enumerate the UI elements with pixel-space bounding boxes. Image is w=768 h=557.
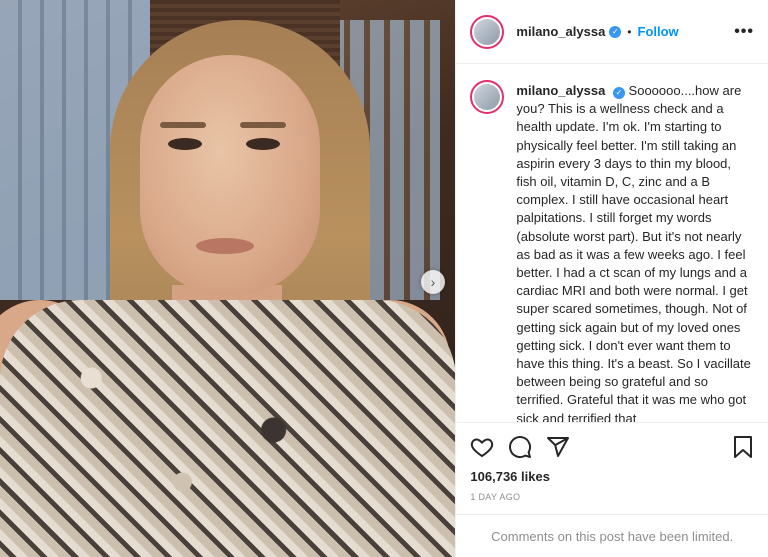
eyebrow-left — [160, 122, 206, 128]
caption-avatar[interactable] — [470, 80, 505, 114]
author-avatar[interactable] — [470, 14, 505, 49]
comment-icon[interactable] — [508, 435, 532, 459]
bookmark-icon[interactable] — [732, 435, 754, 459]
next-image-button[interactable]: › — [421, 270, 445, 294]
comments-limited-notice: Comments on this post have been limited. — [456, 514, 768, 557]
likes-count[interactable]: 106,736 likes — [470, 469, 754, 484]
separator-dot: • — [627, 24, 632, 39]
caption-area: milano_alyssa ✓ Soooooo....how are you? … — [456, 64, 768, 422]
caption-text: Soooooo....how are you? This is a wellne… — [516, 83, 751, 422]
post-photo[interactable]: › — [0, 0, 456, 557]
lips — [196, 238, 254, 254]
share-icon[interactable] — [546, 435, 570, 459]
post-timestamp[interactable]: 1 DAY AGO — [470, 492, 754, 502]
post-side-panel: milano_alyssa ✓ • Follow ••• milano_alys… — [455, 0, 768, 557]
more-options-icon[interactable]: ••• — [734, 23, 754, 41]
heart-icon[interactable] — [470, 435, 494, 459]
action-icons — [470, 433, 754, 461]
face — [140, 55, 320, 295]
verified-badge-icon: ✓ — [609, 25, 622, 38]
post-header: milano_alyssa ✓ • Follow ••• — [456, 0, 768, 64]
caption-username[interactable]: milano_alyssa — [516, 83, 605, 98]
caption: milano_alyssa ✓ Soooooo....how are you? … — [516, 82, 754, 422]
instagram-post: › milano_alyssa ✓ • Follow ••• milano_al… — [0, 0, 768, 557]
eye-left — [168, 138, 202, 150]
actions-area: 106,736 likes 1 DAY AGO — [456, 422, 768, 514]
eyebrow-right — [240, 122, 286, 128]
chevron-right-icon: › — [430, 274, 436, 290]
follow-button[interactable]: Follow — [638, 24, 679, 39]
verified-badge-icon: ✓ — [612, 87, 625, 100]
patterned-top — [0, 300, 456, 557]
author-username[interactable]: milano_alyssa — [516, 24, 605, 39]
eye-right — [246, 138, 280, 150]
